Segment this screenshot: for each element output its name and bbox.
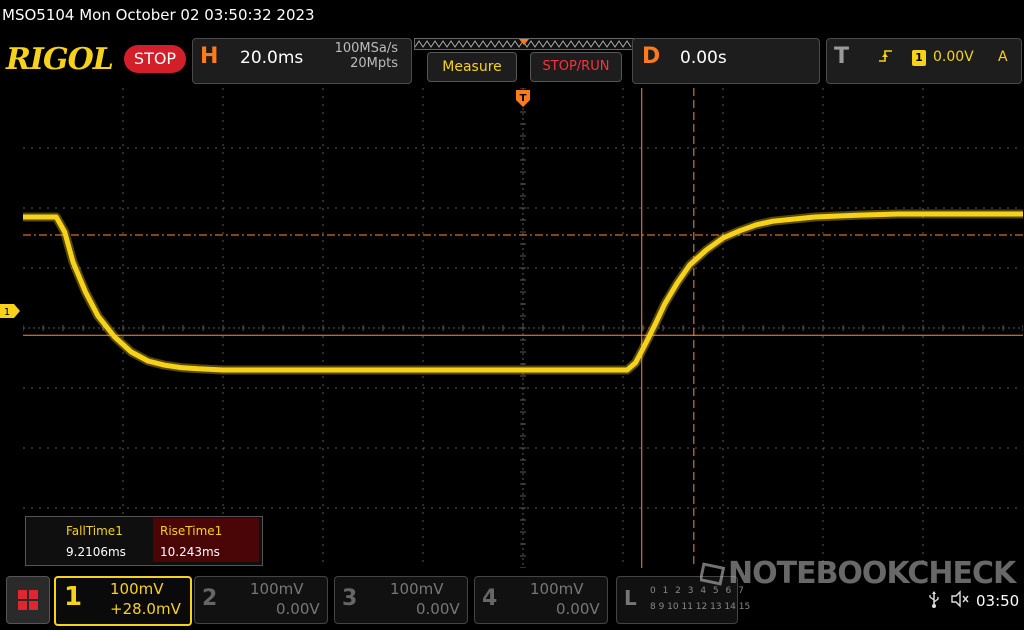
channel-3-offset: 0.00V: [416, 600, 460, 618]
memory-position-bar[interactable]: [414, 38, 634, 50]
rising-edge-icon: [878, 48, 894, 68]
channel-2-offset: 0.00V: [276, 600, 320, 618]
notebookcheck-logo-icon: [698, 561, 726, 586]
horizontal-letter: H: [200, 44, 219, 69]
trigger-letter: T: [834, 44, 850, 69]
stop-run-button[interactable]: STOP/RUN: [530, 52, 622, 82]
ch1-marker-label: 1: [4, 307, 10, 318]
channel-4-number: 4: [482, 586, 498, 611]
rigol-logo: RIGOL: [6, 42, 114, 77]
trigger-source-badge: 1: [912, 50, 926, 66]
usb-icon: [927, 591, 941, 613]
trigger-mode: A: [998, 49, 1008, 65]
delay-letter: D: [642, 44, 661, 69]
measurement-name: RiseTime1: [160, 524, 223, 538]
menu-grid-icon: [18, 590, 38, 610]
logic-letter: L: [624, 586, 637, 610]
timebase-value: 20.0ms: [240, 48, 304, 68]
speaker-muted-icon[interactable]: [950, 590, 970, 613]
trigger-position-icon: T: [516, 90, 530, 107]
main-menu-button[interactable]: [6, 576, 50, 624]
memory-bar-pattern: [415, 39, 632, 48]
channel-3-number: 3: [342, 586, 358, 611]
channel-1-offset: +28.0mV: [110, 600, 181, 618]
trigger-marker-letter: T: [520, 93, 527, 104]
notebookcheck-watermark: NOTEBOOKCHECK: [698, 556, 1016, 591]
waveform-display[interactable]: T: [23, 88, 1023, 568]
channel-2-number: 2: [202, 586, 218, 611]
measurement-value: 9.2106ms: [66, 545, 126, 559]
watermark-text: NOTEBOOKCHECK: [728, 556, 1016, 591]
channel-4-offset: 0.00V: [556, 600, 600, 618]
run-state-badge[interactable]: STOP: [124, 45, 186, 73]
channel-2-scale: 100mV: [250, 580, 304, 598]
channel-4-scale: 100mV: [530, 580, 584, 598]
system-clock: 03:50: [976, 592, 1020, 610]
device-title: MSO5104 Mon October 02 03:50:32 2023: [2, 6, 315, 24]
channel-1-scale: 100mV: [110, 580, 164, 598]
sample-rate: 100MSa/s: [334, 41, 398, 56]
graticule: [23, 88, 1023, 568]
delay-value: 0.00s: [680, 48, 727, 68]
measurement-value: 10.243ms: [160, 545, 220, 559]
ch1-offset-marker[interactable]: 1: [0, 304, 20, 318]
trigger-level: 0.00V: [933, 49, 974, 65]
measure-button[interactable]: Measure: [427, 52, 517, 82]
channel-3-scale: 100mV: [390, 580, 444, 598]
logic-channels-high: 8 9 10 11 12 13 14 15: [650, 602, 751, 612]
memory-depth: 20Mpts: [350, 56, 398, 71]
channel-1-number: 1: [64, 582, 83, 612]
measurement-name: FallTime1: [66, 524, 123, 538]
